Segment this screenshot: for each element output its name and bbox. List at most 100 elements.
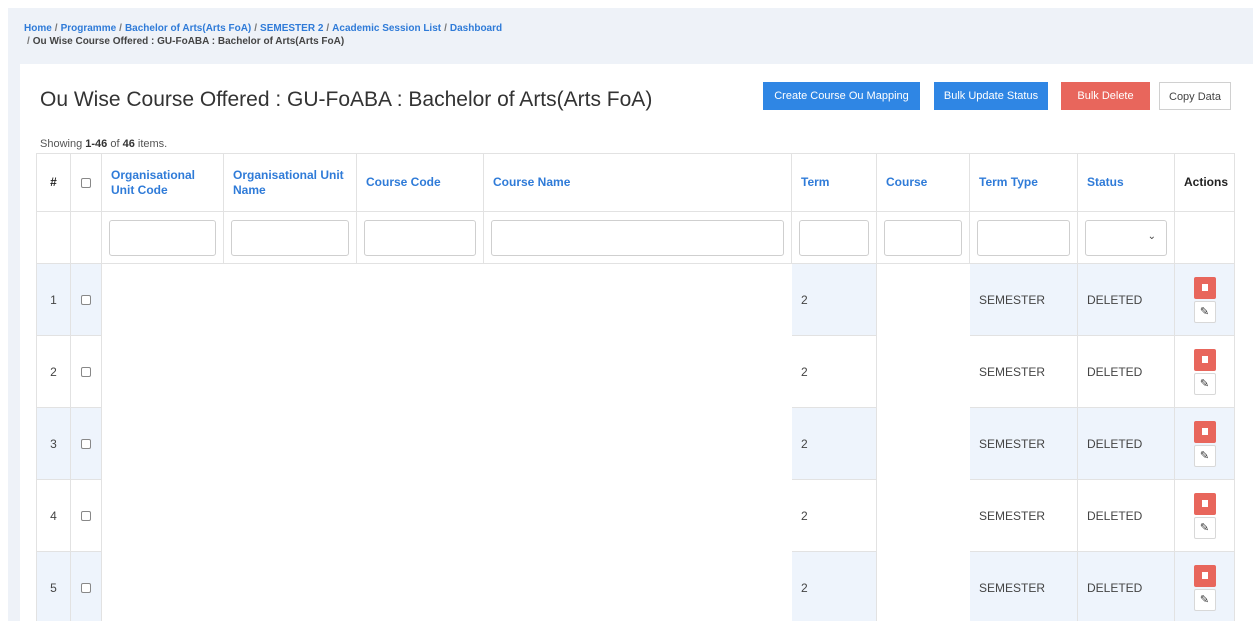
pencil-icon[interactable]: ✎ xyxy=(1193,588,1216,611)
breadcrumb: Home / Programme / Bachelor of Arts(Arts FoA… xyxy=(24,23,503,47)
row-course xyxy=(876,263,970,336)
breadcrumb-bachelor-of-arts[interactable]: Bachelor of Arts(Arts FoA) xyxy=(125,23,251,34)
row-term: 2 xyxy=(791,407,877,480)
row-actions: ✎ xyxy=(1174,335,1235,408)
row-checkbox[interactable] xyxy=(81,583,91,594)
pencil-icon[interactable]: ✎ xyxy=(1193,444,1216,467)
filter-cell: ⌄ xyxy=(1077,211,1175,264)
trash-icon[interactable] xyxy=(1193,348,1216,371)
row-status: DELETED xyxy=(1077,407,1175,480)
row-checkbox-cell xyxy=(70,479,102,552)
course-table: # Organisational Unit Code Organisationa… xyxy=(36,153,1235,621)
row-actions: ✎ xyxy=(1174,407,1235,480)
column-header-term-type[interactable]: Term Type xyxy=(969,153,1078,212)
pencil-icon[interactable]: ✎ xyxy=(1193,300,1216,323)
trash-icon[interactable] xyxy=(1193,276,1216,299)
breadcrumb-dashboard[interactable]: Dashboard xyxy=(450,23,502,34)
row-checkbox[interactable] xyxy=(81,295,91,306)
row-checkbox-cell xyxy=(70,407,102,480)
breadcrumb-home[interactable]: Home xyxy=(24,23,52,34)
row-blank-area xyxy=(101,479,792,552)
filter-term-input[interactable] xyxy=(799,219,869,256)
row-checkbox[interactable] xyxy=(81,511,91,522)
select-all-checkbox[interactable] xyxy=(81,177,91,188)
pencil-icon[interactable]: ✎ xyxy=(1193,372,1216,395)
table-header-row: # Organisational Unit Code Organisationa… xyxy=(36,153,1235,212)
chevron-down-icon: ⌄ xyxy=(1147,230,1156,242)
table-row: 1 2 SEMESTER DELETED ✎ xyxy=(36,263,1235,336)
trash-icon[interactable] xyxy=(1193,492,1216,515)
row-status: DELETED xyxy=(1077,479,1175,552)
filter-row: ⌄ xyxy=(36,211,1235,264)
select-all-checkbox-cell xyxy=(70,153,102,212)
row-term-type: SEMESTER xyxy=(969,335,1078,408)
copy-data-button[interactable]: Copy Data xyxy=(1159,82,1231,110)
filter-status-select[interactable]: ⌄ xyxy=(1085,219,1167,256)
filter-course-name-input[interactable] xyxy=(491,219,784,256)
column-header-course-code[interactable]: Course Code xyxy=(356,153,484,212)
row-term: 2 xyxy=(791,551,877,621)
filter-cell-empty xyxy=(70,211,102,264)
column-header-course-name[interactable]: Course Name xyxy=(483,153,792,212)
row-course xyxy=(876,551,970,621)
row-checkbox-cell xyxy=(70,335,102,408)
row-actions: ✎ xyxy=(1174,263,1235,336)
row-actions: ✎ xyxy=(1174,479,1235,552)
row-course xyxy=(876,479,970,552)
row-actions: ✎ xyxy=(1174,551,1235,621)
bulk-update-status-button[interactable]: Bulk Update Status xyxy=(934,82,1048,110)
row-number: 2 xyxy=(36,335,71,408)
filter-cell-empty xyxy=(1174,211,1235,264)
pencil-icon[interactable]: ✎ xyxy=(1193,516,1216,539)
row-number: 4 xyxy=(36,479,71,552)
column-header-term[interactable]: Term xyxy=(791,153,877,212)
row-term-type: SEMESTER xyxy=(969,551,1078,621)
breadcrumb-academic-session-list[interactable]: Academic Session List xyxy=(332,23,441,34)
row-term-type: SEMESTER xyxy=(969,407,1078,480)
results-summary: Showing 1-46 of 46 items. xyxy=(40,138,168,150)
filter-cell xyxy=(223,211,357,264)
row-status: DELETED xyxy=(1077,263,1175,336)
row-course xyxy=(876,407,970,480)
row-status: DELETED xyxy=(1077,551,1175,621)
trash-icon[interactable] xyxy=(1193,420,1216,443)
row-course xyxy=(876,335,970,408)
row-checkbox[interactable] xyxy=(81,439,91,450)
filter-ou-code-input[interactable] xyxy=(109,219,216,256)
filter-term-type-input[interactable] xyxy=(977,219,1070,256)
row-blank-area xyxy=(101,551,792,621)
filter-course-code-input[interactable] xyxy=(364,219,476,256)
column-header-number: # xyxy=(36,153,71,212)
row-term: 2 xyxy=(791,335,877,408)
filter-ou-name-input[interactable] xyxy=(231,219,349,256)
create-course-ou-mapping-button[interactable]: Create Course Ou Mapping xyxy=(763,82,920,110)
breadcrumb-programme[interactable]: Programme xyxy=(61,23,117,34)
column-header-actions: Actions xyxy=(1174,153,1235,212)
filter-cell xyxy=(876,211,970,264)
column-header-course[interactable]: Course xyxy=(876,153,970,212)
row-checkbox-cell xyxy=(70,263,102,336)
row-blank-area xyxy=(101,263,792,336)
filter-cell xyxy=(483,211,792,264)
table-row: 2 2 SEMESTER DELETED ✎ xyxy=(36,335,1235,408)
filter-course-input[interactable] xyxy=(884,219,962,256)
row-term-type: SEMESTER xyxy=(969,479,1078,552)
row-status: DELETED xyxy=(1077,335,1175,408)
row-checkbox[interactable] xyxy=(81,367,91,378)
row-checkbox-cell xyxy=(70,551,102,621)
page-title: Ou Wise Course Offered : GU-FoABA : Bach… xyxy=(40,88,653,111)
table-row: 4 2 SEMESTER DELETED ✎ xyxy=(36,479,1235,552)
filter-cell xyxy=(791,211,877,264)
breadcrumb-current: Ou Wise Course Offered : GU-FoABA : Bach… xyxy=(32,36,345,47)
row-number: 3 xyxy=(36,407,71,480)
row-blank-area xyxy=(101,407,792,480)
breadcrumb-semester[interactable]: SEMESTER 2 xyxy=(260,23,323,34)
bulk-delete-button[interactable]: Bulk Delete xyxy=(1061,82,1150,110)
column-header-status[interactable]: Status xyxy=(1077,153,1175,212)
trash-icon[interactable] xyxy=(1193,564,1216,587)
column-header-ou-code[interactable]: Organisational Unit Code xyxy=(101,153,224,212)
column-header-ou-name[interactable]: Organisational Unit Name xyxy=(223,153,357,212)
filter-cell xyxy=(101,211,224,264)
table-row: 3 2 SEMESTER DELETED ✎ xyxy=(36,407,1235,480)
row-number: 5 xyxy=(36,551,71,621)
